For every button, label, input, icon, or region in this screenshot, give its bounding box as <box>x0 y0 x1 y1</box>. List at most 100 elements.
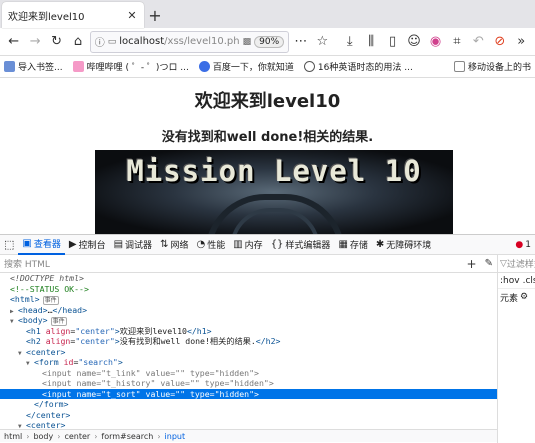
tab-label: 调试器 <box>125 241 153 251</box>
forward-button[interactable]: → <box>25 31 44 53</box>
bookmark-item[interactable]: 哔哩哔哩 ( ゜- ゜)つロ ... <box>72 60 189 73</box>
tree-node[interactable]: ▼ <body> 事件 <box>0 315 497 326</box>
reload-button[interactable]: ↻ <box>47 31 66 53</box>
extension-icon[interactable]: ⊘ <box>490 31 509 53</box>
nav-bar: ← → ↻ ⌂ ⓘ ▭ localhost/xss/level10.ph ▩ 9… <box>0 28 535 56</box>
download-icon[interactable]: ⤓ <box>340 31 359 53</box>
browser-tab[interactable]: 欢迎来到level10 ✕ <box>2 2 144 28</box>
tree-node[interactable]: ▼ <form id="search"> <box>0 357 497 368</box>
tree-node[interactable]: <input name="t_link" value="" type="hidd… <box>0 368 497 379</box>
new-tab-button[interactable]: + <box>144 2 166 28</box>
undo-icon[interactable]: ↶ <box>469 31 488 53</box>
tree-node-selected[interactable]: <input name="t_sort" value="" type="hidd… <box>0 388 497 399</box>
tab-memory[interactable]: ▥ 内存 <box>229 235 266 255</box>
error-count: 1 <box>525 239 531 250</box>
tab-title: 欢迎来到level10 <box>8 11 85 23</box>
tree-node[interactable]: <html> 事件 <box>0 294 497 305</box>
zoom-level[interactable]: 90% <box>254 35 285 48</box>
breadcrumb-item[interactable]: form#search <box>101 432 153 441</box>
globe-icon <box>303 61 315 72</box>
breadcrumb-item[interactable]: html <box>4 432 22 441</box>
hov-toggle[interactable]: :hov <box>500 276 520 286</box>
url-path: /xss/level10.ph <box>164 36 240 47</box>
close-tab-icon[interactable]: ✕ <box>126 9 138 22</box>
tab-storage[interactable]: ▦ 存储 <box>334 235 371 255</box>
devtools-panel: ⬚ ▣ 查看器 ▶ 控制台 ▤ 调试器 ⇅ 网络 ◔ 性能 ▥ 内存 {} 样式编辑器 ▦ 存储… <box>0 234 535 443</box>
bookmark-label: 16种英语时态的用法 ... <box>317 63 413 73</box>
bookmark-label: 百度一下，你就知道 <box>212 63 294 73</box>
gear-icon[interactable]: ⚙ <box>520 292 528 302</box>
breadcrumb-item[interactable]: input <box>165 432 186 441</box>
filter-styles-input[interactable]: 过滤样式 <box>507 257 535 270</box>
mission-level-banner: Mission Level 10 <box>95 150 453 234</box>
tab-inspector[interactable]: ▣ 查看器 <box>18 235 65 255</box>
eyedropper-icon[interactable]: ✎ <box>485 258 493 269</box>
breadcrumb-item[interactable]: body <box>33 432 53 441</box>
bookmark-item[interactable]: 百度一下，你就知道 <box>198 60 294 73</box>
breadcrumb-separator-icon: › <box>157 431 161 441</box>
performance-icon: ◔ <box>196 239 206 250</box>
tree-node[interactable]: ▼ <center> <box>0 347 497 358</box>
tab-label: 存储 <box>349 241 368 251</box>
breadcrumb: html › body › center › form#search › input <box>0 429 497 442</box>
tab-network[interactable]: ⇅ 网络 <box>156 235 192 255</box>
error-counter[interactable]: ● 1 <box>511 235 535 255</box>
tab-label: 网络 <box>170 241 189 251</box>
tree-node[interactable]: </form> <box>0 399 497 410</box>
library-icon[interactable]: ⫼ <box>361 31 380 53</box>
banner-text: Mission Level 10 <box>126 154 422 188</box>
tab-debugger[interactable]: ▤ 调试器 <box>110 235 156 255</box>
devtools-toolbar: ⬚ ▣ 查看器 ▶ 控制台 ▤ 调试器 ⇅ 网络 ◔ 性能 ▥ 内存 {} 样式编辑器 ▦ 存储… <box>0 235 535 255</box>
bookmark-item[interactable]: 16种英语时态的用法 ... <box>303 60 413 73</box>
url-bar[interactable]: ⓘ ▭ localhost/xss/level10.ph ▩ 90% <box>89 30 290 53</box>
tree-node[interactable]: <h2 align="center">没有找到和well done!相关的结果.… <box>0 336 497 347</box>
file-icon: ▭ <box>107 36 117 47</box>
html-search-input[interactable]: 搜索 HTML <box>4 257 467 270</box>
cls-toggle[interactable]: .cls <box>523 276 535 286</box>
tree-node[interactable]: <!--STATUS OK--> <box>0 284 497 295</box>
import-bookmark-icon <box>4 61 15 72</box>
breadcrumb-item[interactable]: center <box>64 432 90 441</box>
console-icon: ▶ <box>68 239 77 250</box>
page-info-icon[interactable]: ⓘ <box>95 34 105 49</box>
tab-label: 内存 <box>244 241 263 251</box>
debugger-icon: ▤ <box>113 239 124 250</box>
tree-node[interactable]: <!DOCTYPE html> <box>0 273 497 284</box>
page-subheading: 没有找到和well done!相关的结果. <box>161 130 374 145</box>
screenshot-icon[interactable]: ◉ <box>426 31 445 53</box>
tab-label: 性能 <box>207 241 226 251</box>
memory-icon: ▥ <box>233 239 243 250</box>
tab-performance[interactable]: ◔ 性能 <box>192 235 229 255</box>
tab-console[interactable]: ▶ 控制台 <box>65 235 110 255</box>
network-icon: ⇅ <box>160 239 169 250</box>
tab-accessibility[interactable]: ✱ 无障碍环境 <box>372 235 435 255</box>
url-text[interactable]: localhost/xss/level10.ph <box>119 36 239 47</box>
page-content: 欢迎来到level10 没有找到和well done!相关的结果. Missio… <box>0 78 535 234</box>
crop-icon[interactable]: ⌗ <box>447 31 466 53</box>
bookmark-label: 移动设备上的书 <box>467 63 531 73</box>
add-node-icon[interactable]: + <box>467 257 477 271</box>
baidu-icon <box>198 61 210 72</box>
bookmark-item[interactable]: 移动设备上的书 <box>453 60 531 73</box>
bilibili-icon <box>72 61 84 72</box>
qr-icon[interactable]: ▩ <box>243 37 252 47</box>
pick-element-icon[interactable]: ⬚ <box>0 235 18 255</box>
tab-style-editor[interactable]: {} 样式编辑器 <box>267 235 335 255</box>
home-button[interactable]: ⌂ <box>68 31 87 53</box>
breadcrumb-separator-icon: › <box>26 431 30 441</box>
more-icon[interactable]: ⋯ <box>291 31 310 53</box>
url-host: localhost <box>119 36 165 47</box>
back-button[interactable]: ← <box>4 31 23 53</box>
bookmark-star-icon[interactable]: ☆ <box>313 31 332 53</box>
bookmark-item[interactable]: 导入书签... <box>4 60 63 73</box>
tree-node[interactable]: <h1 align="center">欢迎来到level10</h1> <box>0 326 497 337</box>
tree-node[interactable]: <input name="t_history" value="" type="h… <box>0 378 497 389</box>
tree-node[interactable]: </center> <box>0 410 497 421</box>
tab-label: 无障碍环境 <box>386 241 432 251</box>
breadcrumb-separator-icon: › <box>94 431 98 441</box>
tab-label: 控制台 <box>78 241 106 251</box>
sidebar-icon[interactable]: ▯ <box>383 31 402 53</box>
tree-node[interactable]: ▶ <head>…</head> <box>0 305 497 316</box>
account-icon[interactable]: ☺ <box>404 31 423 53</box>
overflow-menu-icon[interactable]: » <box>512 31 531 53</box>
